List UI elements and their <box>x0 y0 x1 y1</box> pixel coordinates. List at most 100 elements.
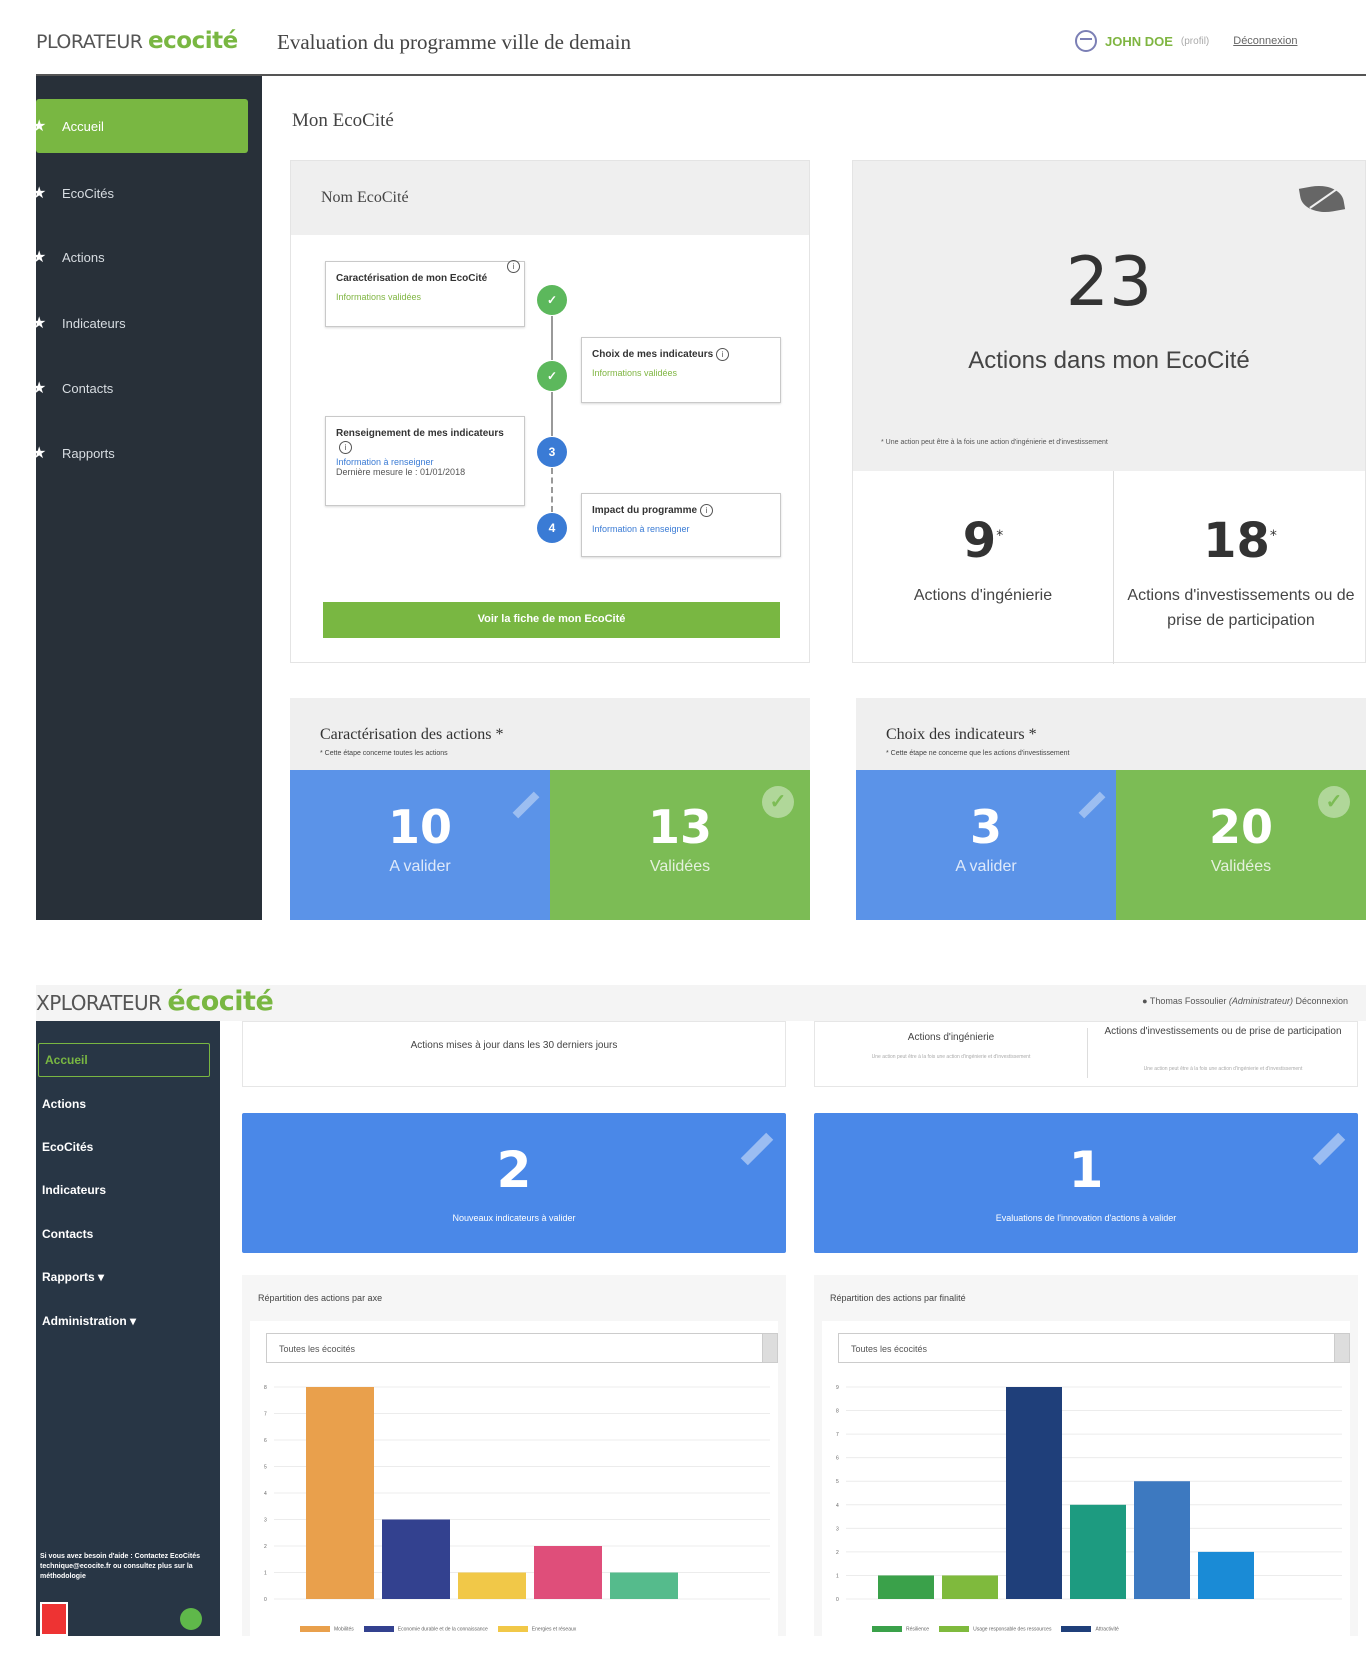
sidebar-item-contacts[interactable]: ★ Contacts <box>32 361 246 415</box>
step-status: Informations validées <box>336 292 422 302</box>
section-title: Mon EcoCité <box>292 110 394 131</box>
globe-icon[interactable] <box>180 1608 202 1630</box>
ingenierie-note: Une action peut être à la fois une actio… <box>871 1054 1031 1060</box>
step-choix-indicateurs[interactable]: Choix de mes indicateurs i Informations v… <box>581 337 781 403</box>
logo-eco: ecocité <box>148 28 238 54</box>
indicateurs-to-validate-tile[interactable]: 3 A valider <box>856 770 1116 920</box>
user-role: (profil) <box>1180 35 1210 47</box>
sidebar-item-accueil[interactable]: Accueil <box>38 1043 210 1077</box>
ecocite-select[interactable]: Toutes les écocités <box>838 1333 1350 1363</box>
y-tick-label: 2 <box>264 1544 267 1550</box>
legend-swatch <box>872 1625 902 1632</box>
sidebar-item-contacts[interactable]: Contacts <box>36 1217 208 1251</box>
sidebar-item-ecocites[interactable]: ★ EcoCités <box>32 166 246 220</box>
bar[interactable] <box>1070 1504 1126 1599</box>
innovation-evaluations-tile[interactable]: 1 Evaluations de l'innovation d'actions … <box>814 1113 1358 1253</box>
legend-label: Economie durable et de la connaissance <box>397 1626 488 1632</box>
sidebar-item-indicateurs[interactable]: ★ Indicateurs <box>32 296 246 350</box>
legend-swatch <box>363 1625 394 1632</box>
pdf-icon[interactable] <box>40 1602 68 1636</box>
logo-prefix: PLORATEUR <box>36 31 143 53</box>
tile-label: Evaluations de l'innovation d'actions à … <box>995 1213 1177 1223</box>
logout-link[interactable]: Déconnexion <box>1295 996 1348 1006</box>
tile-value: 3 <box>969 800 1002 854</box>
bar[interactable] <box>942 1575 998 1599</box>
y-tick-label: 2 <box>836 1550 839 1556</box>
info-icon[interactable]: i <box>716 348 730 361</box>
sidebar-item-rapports[interactable]: ★ Rapports <box>32 426 246 480</box>
sidebar-item-accueil[interactable]: ★ Accueil <box>32 99 248 153</box>
bar[interactable] <box>382 1519 450 1600</box>
tile-value: 2 <box>496 1141 532 1199</box>
sidebar-item-rapports[interactable]: Rapports ▾ <box>36 1260 208 1294</box>
info-icon[interactable]: i <box>700 504 714 517</box>
star-icon: ★ <box>32 380 47 397</box>
bar-chart-axe: 0 1 2 3 4 5 6 7 8 <box>264 1385 770 1603</box>
sidebar-item-ecocites[interactable]: EcoCités <box>36 1130 208 1164</box>
info-icon[interactable]: i <box>339 441 352 454</box>
updated-actions-panel: Actions mises à jour dans les 30 dernier… <box>242 1021 786 1087</box>
chart-legend: Mobilités Economie durable et de la conna… <box>300 1625 576 1632</box>
step-renseignement[interactable]: Renseignement de mes indicateurs i Inform… <box>325 416 525 506</box>
step-status: Informations validées <box>592 368 678 379</box>
sidebar-item-actions[interactable]: Actions <box>36 1087 208 1121</box>
card-title: Choix des indicateurs * <box>886 726 1037 743</box>
timeline-line <box>551 468 553 512</box>
legend-item[interactable]: Attractivité <box>1061 1625 1119 1632</box>
user-name[interactable]: Thomas Fossoulier <box>1150 996 1227 1006</box>
y-tick-label: 0 <box>264 1597 267 1603</box>
step-number-3: 3 <box>537 437 567 467</box>
y-tick-label: 8 <box>264 1385 267 1391</box>
info-icon[interactable]: i <box>507 260 520 273</box>
bar[interactable] <box>306 1387 374 1599</box>
bar[interactable] <box>534 1546 602 1599</box>
new-indicators-tile[interactable]: 2 Nouveaux indicateurs à valider <box>242 1113 786 1253</box>
timeline-line <box>551 316 553 360</box>
ecocite-select[interactable]: Toutes les écocités <box>266 1333 778 1363</box>
bar[interactable] <box>1198 1551 1254 1599</box>
step-title: Renseignement de mes indicateurs <box>336 428 504 439</box>
y-tick-label: 4 <box>264 1491 267 1497</box>
indicateurs-validated-tile[interactable]: ✓ 20 Validées <box>1116 770 1366 920</box>
bar[interactable] <box>458 1572 526 1600</box>
y-tick-label: 5 <box>264 1465 267 1471</box>
caracterisation-card: Caractérisation des actions * * Cette ét… <box>290 698 810 920</box>
step-caracterisation[interactable]: Caractérisation de mon EcoCité Informati… <box>325 260 525 327</box>
legend-swatch <box>300 1625 330 1632</box>
caracterisation-validated-tile[interactable]: ✓ 13 Validées <box>550 770 810 920</box>
legend-item[interactable]: Résilience <box>872 1625 929 1632</box>
caracterisation-to-validate-tile[interactable]: 10 A valider <box>290 770 550 920</box>
check-icon: ✓ <box>537 285 567 315</box>
ingenierie-label: Actions d'ingénierie <box>913 587 1053 604</box>
chart-area: Toutes les écocités 0 1 2 3 4 5 6 7 8 9 Résilienc… <box>822 1321 1350 1636</box>
legend-item[interactable]: Energies et réseaux <box>497 1625 576 1632</box>
sidebar-item-indicateurs[interactable]: Indicateurs <box>36 1173 208 1207</box>
choix-indicateurs-card: Choix des indicateurs * * Cette étape ne… <box>856 698 1366 920</box>
legend-item[interactable]: Mobilités <box>300 1625 354 1632</box>
bar[interactable] <box>878 1575 934 1599</box>
step-title: Choix de mes indicateurs <box>592 349 714 361</box>
legend-label: Mobilités <box>334 1626 354 1632</box>
bar[interactable] <box>1134 1481 1190 1599</box>
bar[interactable] <box>1006 1387 1062 1599</box>
y-tick-label: 0 <box>836 1597 839 1603</box>
bar[interactable] <box>610 1572 678 1600</box>
investissement-number: 18 <box>1203 513 1270 569</box>
legend-item[interactable]: Usage responsable des ressources <box>939 1625 1051 1632</box>
sidebar-item-label: EcoCités <box>62 185 115 201</box>
sidebar-item-actions[interactable]: ★ Actions <box>32 230 246 284</box>
card-note: * Cette étape ne concerne que les action… <box>886 750 1070 757</box>
app-logo[interactable]: PLORATEUR ecocité <box>36 28 238 54</box>
sidebar-item-administration[interactable]: Administration ▾ <box>36 1304 208 1338</box>
legend-item[interactable]: Economie durable et de la connaissance <box>363 1625 488 1632</box>
app-logo[interactable]: XPLORATEUR écocité <box>36 986 274 1017</box>
tile-label: A valider <box>389 858 451 875</box>
y-tick-label: 6 <box>836 1456 839 1462</box>
ingenierie-label: Actions d'ingénierie <box>907 1032 995 1043</box>
step-impact[interactable]: Impact du programme i Information à rense… <box>581 493 781 557</box>
logout-link[interactable]: Déconnexion <box>1233 35 1297 47</box>
user-name[interactable]: JOHN DOE <box>1105 34 1173 49</box>
y-tick-label: 1 <box>836 1573 839 1579</box>
sidebar-item-label: Rapports <box>62 445 115 461</box>
view-ecocite-button[interactable]: Voir la fiche de mon EcoCité <box>323 602 780 638</box>
